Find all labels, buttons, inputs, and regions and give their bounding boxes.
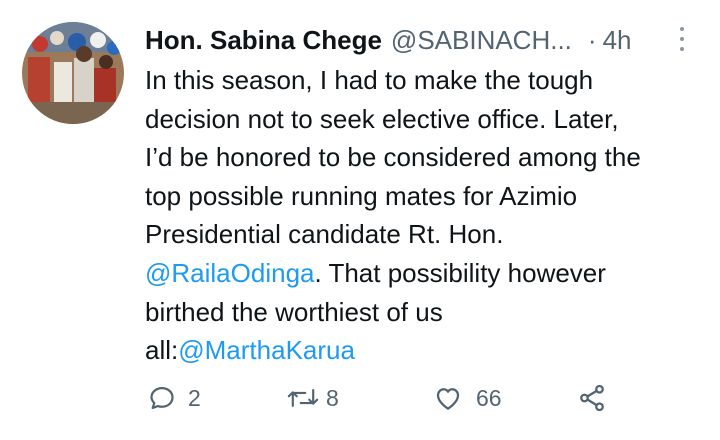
author-handle[interactable]: @SABINACH... [391, 25, 572, 56]
author-name[interactable]: Hon. Sabina Chege [145, 25, 382, 56]
tweet-actions: 2 8 66 [0, 378, 720, 418]
tweet-line: all:@MarthaKarua [145, 331, 705, 370]
like-count: 66 [476, 384, 502, 411]
tweet-line-prefix: all: [145, 335, 179, 366]
retweet-button[interactable]: 8 [286, 378, 339, 418]
mention-link-raila[interactable]: @RailaOdinga [145, 258, 314, 288]
more-icon[interactable] [672, 24, 692, 54]
mention-link-martha[interactable]: @MarthaKarua [178, 335, 355, 365]
tweet-line: In this season, I had to make the tough [145, 65, 594, 95]
share-button[interactable] [577, 378, 607, 418]
like-button[interactable]: 66 [432, 378, 502, 418]
reply-count: 2 [188, 384, 201, 411]
tweet-line-text: . That possibility however [314, 257, 606, 288]
retweet-icon [287, 388, 319, 408]
tweet-line: @RailaOdinga. That possibility however [145, 254, 705, 293]
tweet-line: birthed the worthiest of us [145, 296, 443, 327]
separator-dot: · [587, 24, 597, 55]
avatar[interactable] [22, 22, 124, 124]
tweet-timestamp[interactable]: 4h [603, 25, 632, 56]
share-icon [580, 384, 604, 412]
tweet-line: decision not to seek elective office. La… [145, 103, 619, 134]
retweet-count: 8 [326, 384, 339, 411]
tweet-header: Hon. Sabina Chege @SABINACH... · 4h [145, 22, 632, 58]
tweet-line: top possible running mates for Azimio [145, 180, 578, 211]
reply-icon [150, 386, 174, 410]
avatar-photo [22, 22, 124, 124]
tweet-line: Presidential candidate Rt. Hon. [145, 219, 504, 250]
reply-button[interactable]: 2 [148, 378, 201, 418]
tweet-text: In this season, I had to make the tough … [145, 61, 705, 370]
tweet-line: I’d be honored to be considered among th… [145, 142, 641, 173]
like-icon [436, 388, 460, 410]
